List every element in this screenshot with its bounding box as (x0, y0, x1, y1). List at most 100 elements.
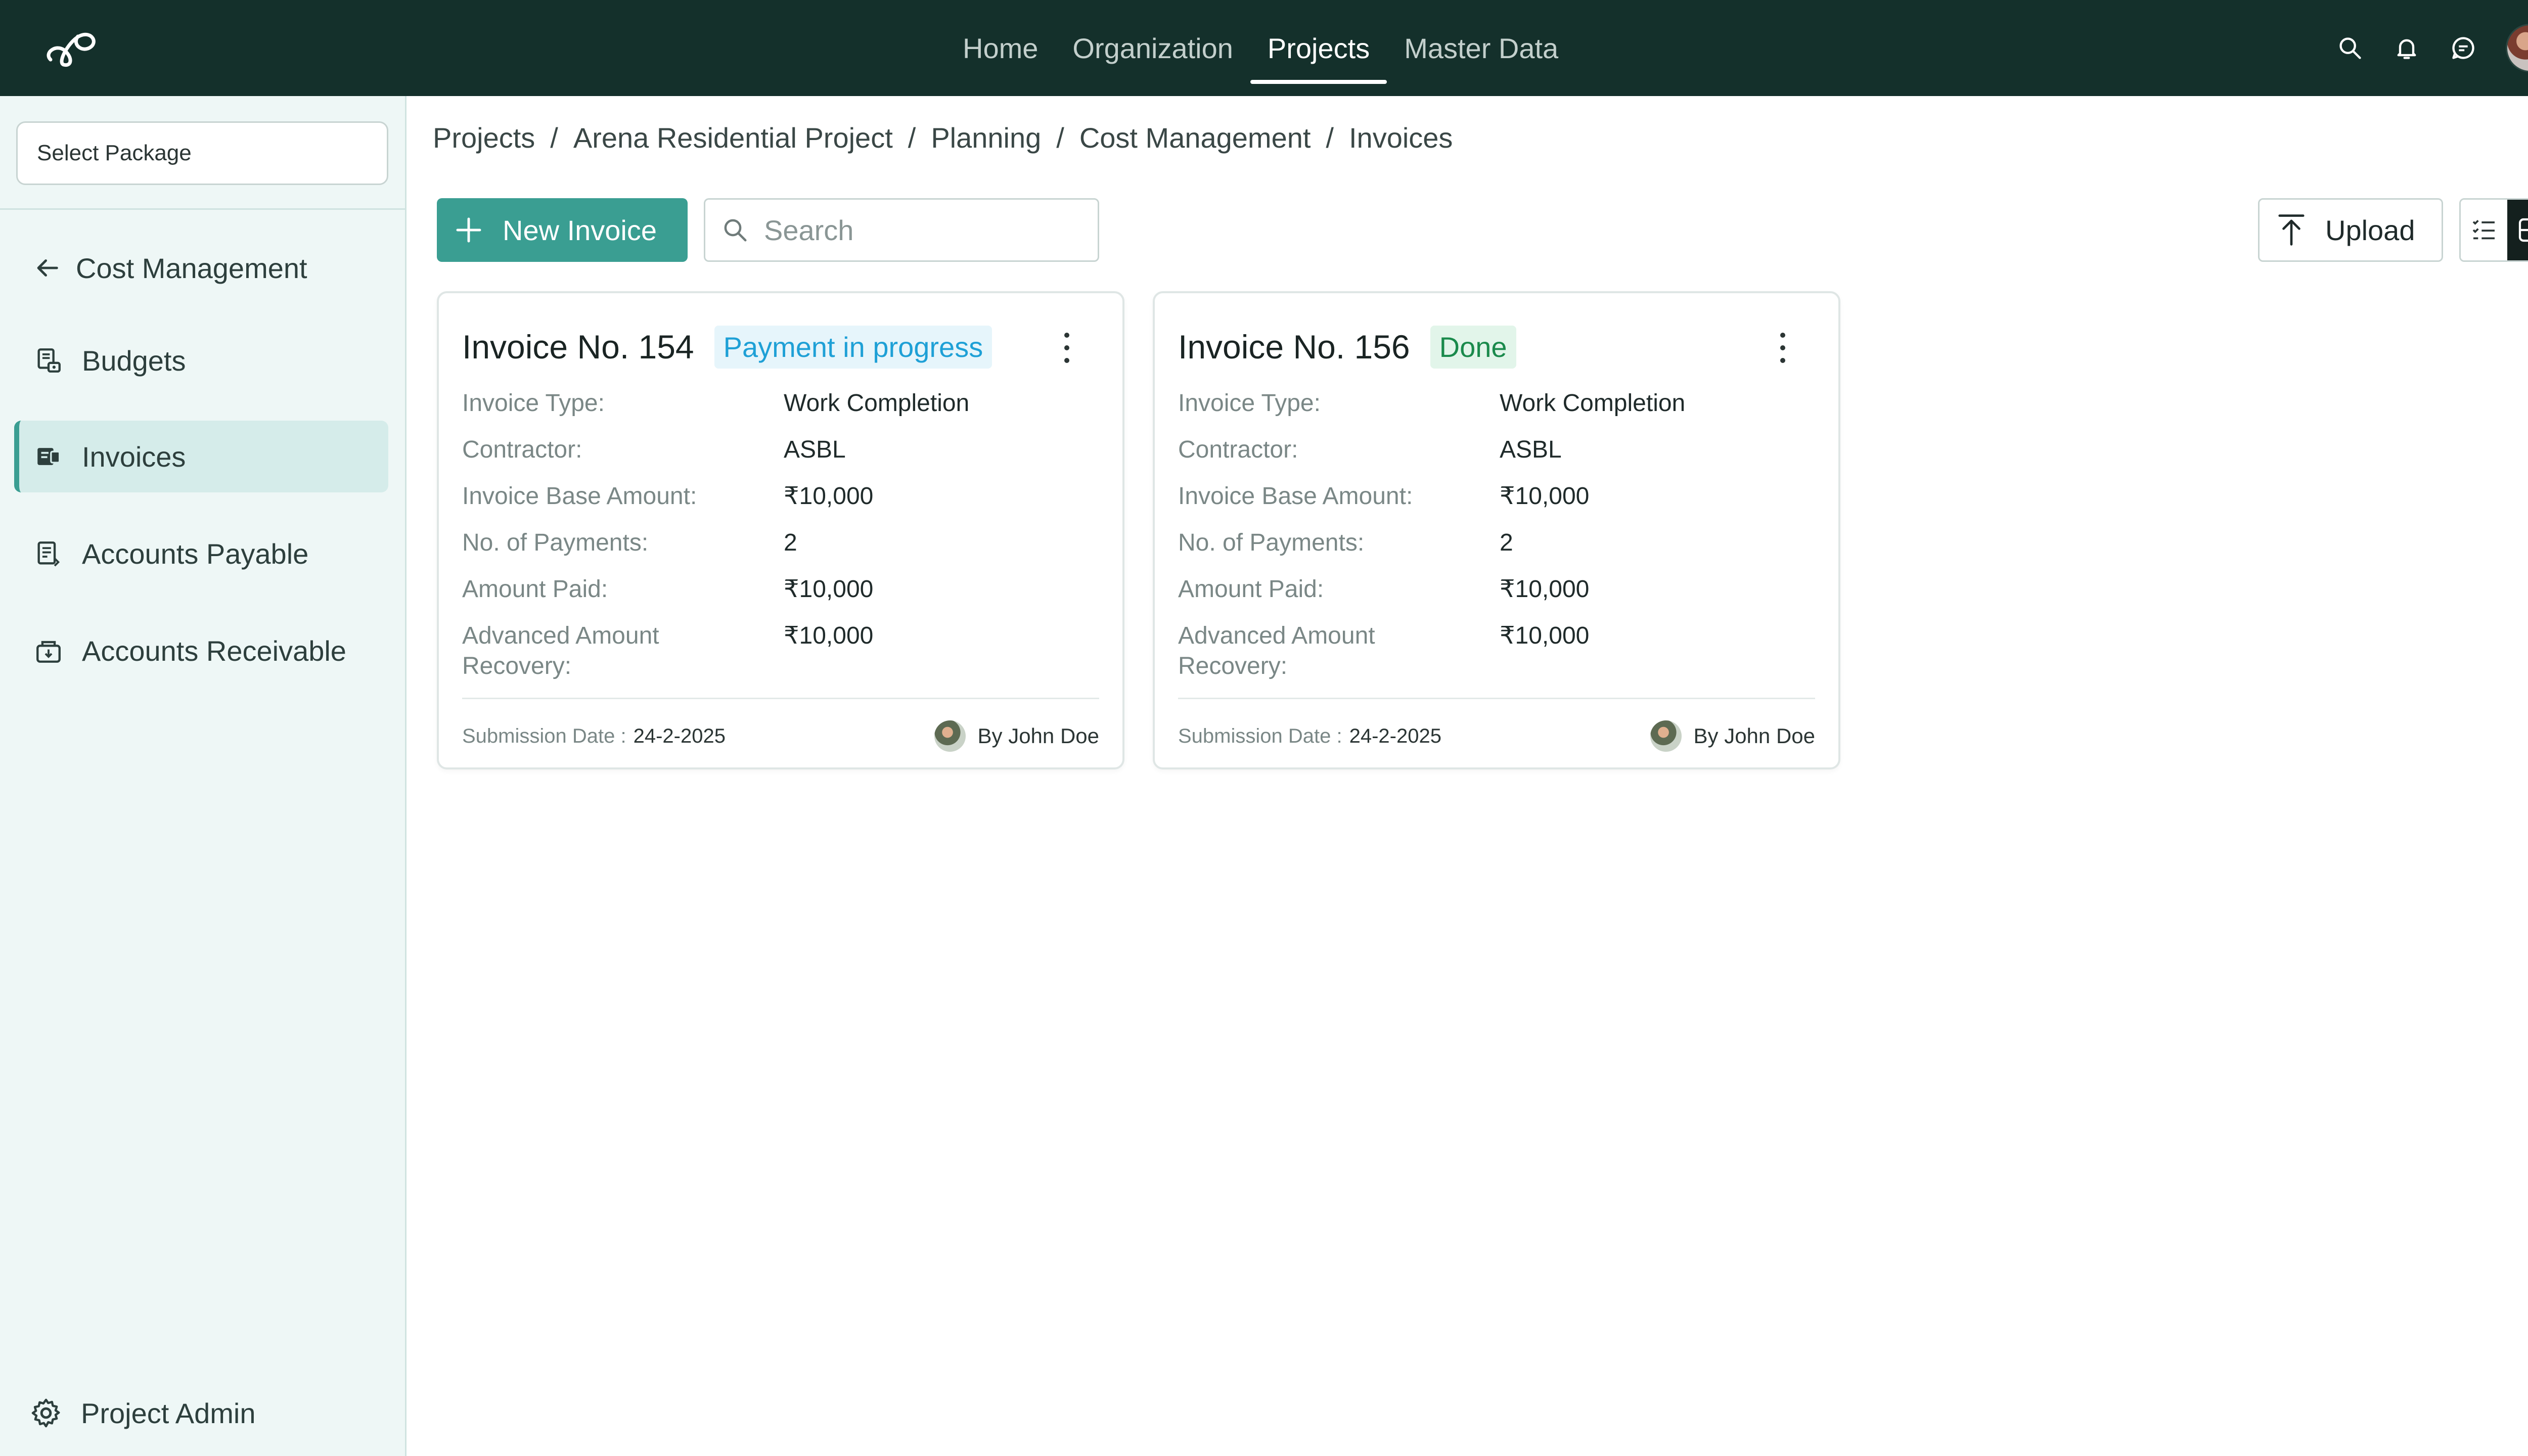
detail-row: Contractor: ASBL (462, 435, 1101, 481)
detail-value: 2 (784, 529, 797, 556)
package-select[interactable]: Select Package (16, 121, 388, 185)
detail-value: Work Completion (784, 390, 970, 417)
detail-value: ₹10,000 (784, 483, 874, 510)
breadcrumb-project[interactable]: Arena Residential Project (573, 121, 893, 154)
detail-row: Amount Paid: ₹10,000 (1178, 574, 1817, 621)
breadcrumb-separator: / (908, 121, 916, 154)
more-options-icon[interactable] (1057, 333, 1077, 363)
card-header: Invoice No. 154 Payment in progress (462, 322, 992, 372)
breadcrumb-cost-management[interactable]: Cost Management (1079, 121, 1311, 154)
breadcrumb-separator: / (1326, 121, 1334, 154)
detail-label: Contractor: (462, 436, 582, 463)
breadcrumb-separator: / (550, 121, 558, 154)
gear-icon (31, 1398, 60, 1428)
detail-label: Amount Paid: (1178, 576, 1324, 603)
detail-value: 2 (1500, 529, 1513, 556)
submitted-by-name: By John Doe (1693, 724, 1815, 748)
back-to-cost-management[interactable]: Cost Management (32, 248, 307, 288)
detail-label: Invoice Base Amount: (462, 483, 697, 510)
budget-icon (33, 345, 64, 376)
card-divider (462, 698, 1099, 699)
sidebar-item-label: Invoices (82, 440, 186, 473)
detail-value: ₹10,000 (1500, 622, 1590, 649)
submission-date: Submission Date : 24-2-2025 (462, 725, 726, 748)
top-bar: Home Organization Projects Master Data (0, 0, 2528, 96)
plus-icon (456, 217, 481, 243)
breadcrumb-projects[interactable]: Projects (433, 121, 535, 154)
status-badge: Payment in progress (714, 325, 992, 369)
card-header: Invoice No. 156 Done (1178, 322, 1516, 372)
sidebar-item-label: Budgets (82, 344, 186, 377)
topnav-home[interactable]: Home (945, 0, 1055, 96)
detail-label: Contractor: (1178, 436, 1298, 463)
card-divider (1178, 698, 1815, 699)
top-icons (2336, 0, 2528, 96)
detail-row: Advanced Amount Recovery: ₹10,000 (462, 621, 1101, 687)
project-admin-label: Project Admin (81, 1397, 256, 1429)
detail-row: Invoice Base Amount: ₹10,000 (1178, 481, 1817, 528)
detail-value: ₹10,000 (1500, 483, 1590, 510)
app-logo[interactable] (41, 24, 102, 71)
search-box (704, 198, 1099, 262)
detail-row: No. of Payments: 2 (1178, 528, 1817, 574)
card-footer: Submission Date : 24-2-2025 By John Doe (1178, 716, 1815, 756)
invoice-card[interactable]: Invoice No. 156 Done Invoice Type: Work … (1153, 291, 1840, 769)
sidebar-item-budgets[interactable]: Budgets (14, 325, 388, 396)
grid-view-button[interactable] (2507, 200, 2528, 260)
detail-value: Work Completion (1500, 390, 1686, 417)
sidebar-item-accounts-payable[interactable]: Accounts Payable (14, 518, 388, 589)
sidebar-project-admin[interactable]: Project Admin (29, 1390, 256, 1436)
submitted-by: By John Doe (934, 720, 1099, 752)
avatar (934, 720, 966, 752)
card-footer: Submission Date : 24-2-2025 By John Doe (462, 716, 1099, 756)
detail-label: Amount Paid: (462, 576, 608, 603)
submission-date-value: 24-2-2025 (633, 724, 726, 747)
breadcrumb-planning[interactable]: Planning (931, 121, 1041, 154)
submitted-by-name: By John Doe (977, 724, 1099, 748)
sidebar-item-invoices[interactable]: Invoices (14, 421, 388, 492)
detail-value: ₹10,000 (1500, 576, 1590, 603)
chat-icon[interactable] (2449, 34, 2477, 62)
sidebar-item-accounts-receivable[interactable]: Accounts Receivable (14, 615, 388, 687)
detail-row: Invoice Base Amount: ₹10,000 (462, 481, 1101, 528)
detail-label: Invoice Type: (462, 390, 605, 417)
invoice-details: Invoice Type: Work Completion Contractor… (1178, 388, 1817, 687)
submitted-by: By John Doe (1650, 720, 1815, 752)
invoice-card[interactable]: Invoice No. 154 Payment in progress Invo… (437, 291, 1124, 769)
list-view-icon (2472, 220, 2495, 240)
submission-date-value: 24-2-2025 (1349, 724, 1441, 747)
arrow-left-icon (37, 259, 58, 277)
topnav-master-data[interactable]: Master Data (1387, 0, 1575, 96)
detail-label: Advanced Amount Recovery: (1178, 622, 1375, 679)
search-icon[interactable] (2336, 34, 2364, 62)
detail-label: Invoice Base Amount: (1178, 483, 1413, 510)
new-invoice-button[interactable]: New Invoice (437, 198, 688, 262)
bell-icon[interactable] (2392, 34, 2421, 62)
breadcrumb-separator: / (1056, 121, 1064, 154)
invoice-title: Invoice No. 154 (462, 328, 694, 366)
invoice-title: Invoice No. 156 (1178, 328, 1410, 366)
back-label: Cost Management (76, 252, 307, 284)
payable-icon (33, 538, 64, 569)
upload-icon (2278, 214, 2305, 246)
sidebar-item-label: Accounts Payable (82, 537, 309, 570)
receivable-icon (33, 635, 64, 666)
view-toggle (2459, 198, 2528, 262)
detail-value: ASBL (784, 436, 846, 463)
breadcrumb-invoices: Invoices (1348, 121, 1453, 154)
invoice-icon (33, 441, 64, 472)
detail-row: Amount Paid: ₹10,000 (462, 574, 1101, 621)
more-options-icon[interactable] (1773, 333, 1793, 363)
topnav-organization[interactable]: Organization (1055, 0, 1250, 96)
detail-row: No. of Payments: 2 (462, 528, 1101, 574)
top-nav: Home Organization Projects Master Data (945, 0, 1575, 96)
topnav-projects[interactable]: Projects (1250, 0, 1387, 96)
upload-button[interactable]: Upload (2258, 198, 2443, 262)
list-view-button[interactable] (2461, 200, 2507, 260)
search-input[interactable] (764, 213, 1088, 247)
grid-view-icon (2518, 218, 2528, 242)
user-avatar[interactable] (2506, 24, 2528, 72)
detail-label: No. of Payments: (1178, 529, 1365, 556)
detail-row: Invoice Type: Work Completion (1178, 388, 1817, 435)
detail-value: ₹10,000 (784, 622, 874, 649)
